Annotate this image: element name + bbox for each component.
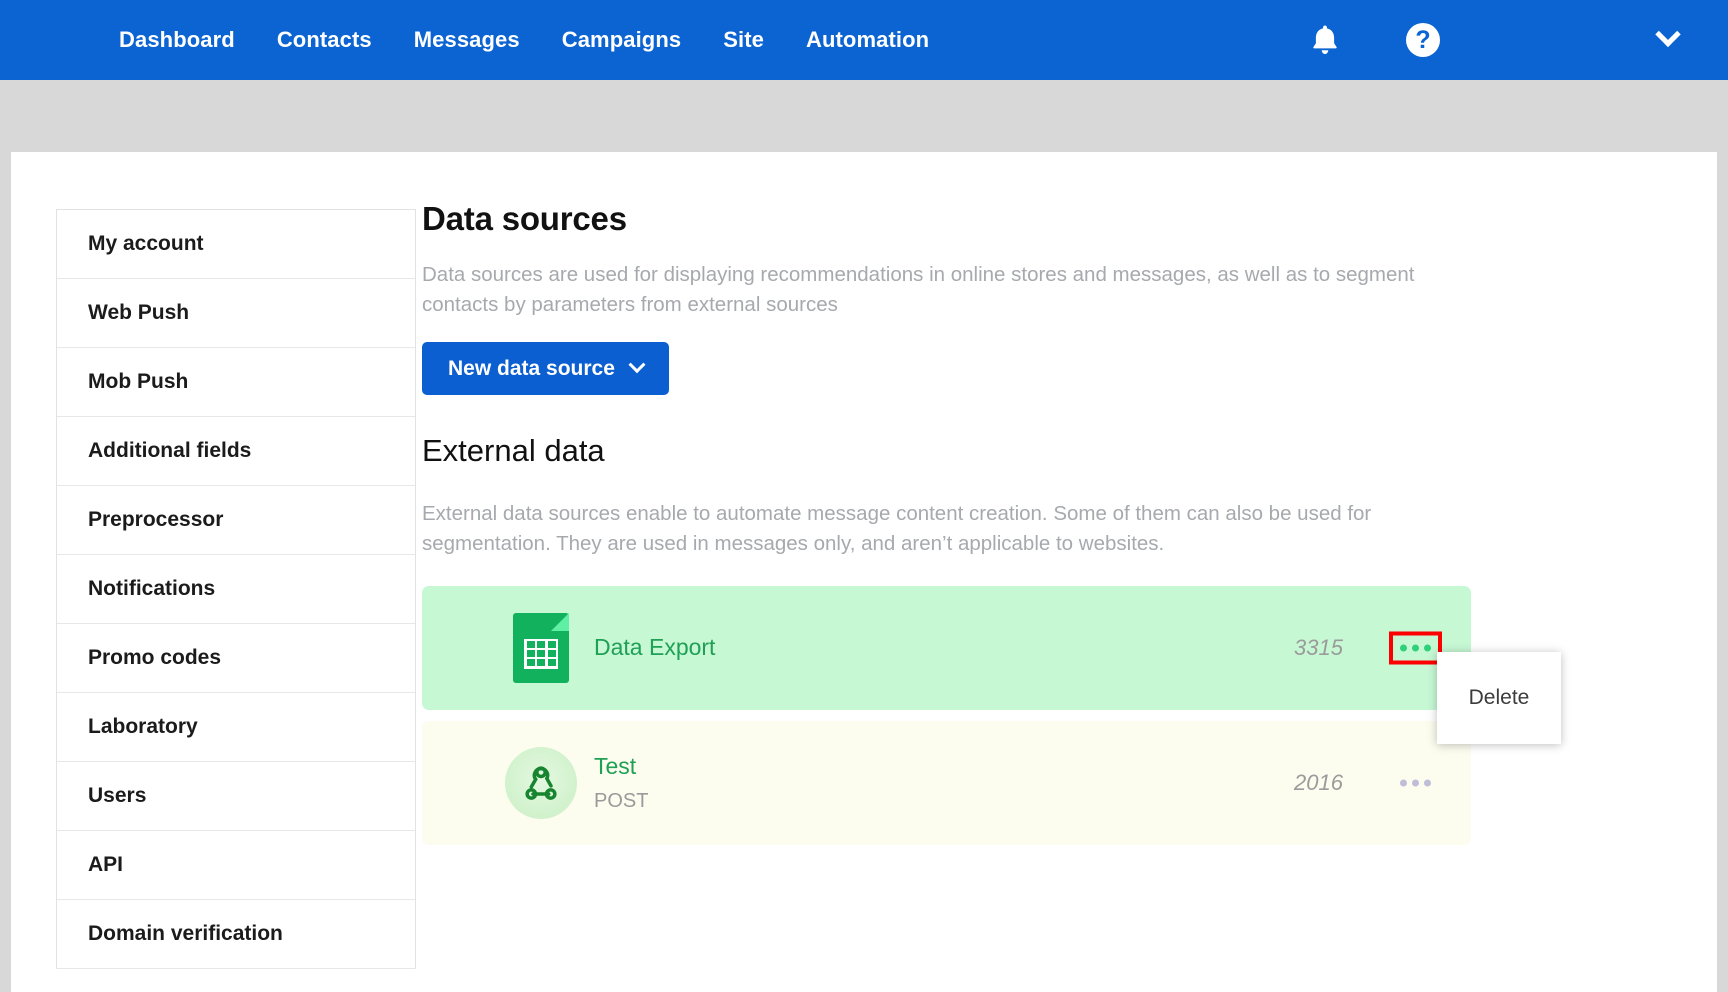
sidebar-item-api[interactable]: API: [57, 831, 415, 900]
ellipsis-icon: [1400, 779, 1407, 786]
external-data-title: External data: [422, 433, 605, 469]
ellipsis-icon: [1412, 779, 1419, 786]
ellipsis-icon: [1424, 644, 1431, 651]
sidebar-item-my-account[interactable]: My account: [57, 210, 415, 279]
help-button[interactable]: ?: [1388, 0, 1458, 80]
data-source-list: Data Export 3315 Test POST 2016: [422, 585, 1471, 845]
nav-link-messages[interactable]: Messages: [393, 0, 541, 80]
data-source-count: 3315: [1294, 634, 1343, 660]
sidebar-item-preprocessor[interactable]: Preprocessor: [57, 486, 415, 555]
sidebar-item-web-push[interactable]: Web Push: [57, 279, 415, 348]
chevron-down-icon: [1655, 21, 1681, 48]
page-background-strip: [0, 80, 1728, 140]
nav-link-site[interactable]: Site: [702, 0, 785, 80]
webhook-glyph: [525, 765, 557, 800]
sidebar-item-notifications[interactable]: Notifications: [57, 555, 415, 624]
google-sheets-icon: [513, 612, 569, 683]
account-menu-button[interactable]: [1608, 0, 1728, 80]
chevron-down-icon: [628, 356, 646, 373]
help-circle-icon: ?: [1406, 23, 1440, 57]
data-source-count: 2016: [1294, 769, 1343, 795]
row-context-menu: Delete: [1437, 652, 1561, 744]
sidebar-item-promo-codes[interactable]: Promo codes: [57, 624, 415, 693]
sidebar-item-laboratory[interactable]: Laboratory: [57, 693, 415, 762]
sidebar-item-mob-push[interactable]: Mob Push: [57, 348, 415, 417]
nav-link-contacts[interactable]: Contacts: [256, 0, 393, 80]
notifications-button[interactable]: [1290, 0, 1360, 80]
new-data-source-button[interactable]: New data source: [422, 342, 669, 396]
sidebar-item-users[interactable]: Users: [57, 762, 415, 831]
top-nav-links: Dashboard Contacts Messages Campaigns Si…: [98, 0, 950, 80]
sidebar-item-additional-fields[interactable]: Additional fields: [57, 417, 415, 486]
settings-sidebar: My account Web Push Mob Push Additional …: [56, 209, 416, 969]
data-source-icon: [478, 612, 604, 683]
top-navigation-bar: Dashboard Contacts Messages Campaigns Si…: [0, 0, 1728, 80]
bell-icon: [1313, 25, 1337, 55]
page-title: Data sources: [422, 200, 627, 237]
nav-link-automation[interactable]: Automation: [785, 0, 950, 80]
table-row[interactable]: Data Export 3315: [422, 585, 1471, 710]
ellipsis-icon: [1424, 779, 1431, 786]
content-card: My account Web Push Mob Push Additional …: [11, 152, 1717, 992]
webhook-icon: [505, 746, 577, 819]
row-menu-button[interactable]: [1396, 773, 1435, 792]
data-source-info: Test POST: [594, 752, 1294, 813]
sidebar-item-domain-verification[interactable]: Domain verification: [57, 900, 415, 969]
top-nav-actions: ?: [1290, 0, 1728, 80]
data-source-icon: [478, 746, 604, 819]
nav-link-dashboard[interactable]: Dashboard: [98, 0, 256, 80]
sheets-grid-glyph: [524, 638, 558, 669]
menu-item-delete[interactable]: Delete: [1469, 686, 1530, 710]
ellipsis-icon: [1400, 644, 1407, 651]
external-data-description: External data sources enable to automate…: [422, 502, 1372, 556]
new-data-source-label: New data source: [448, 356, 615, 380]
table-row[interactable]: Test POST 2016: [422, 720, 1471, 845]
data-source-method: POST: [594, 789, 649, 812]
row-menu-button[interactable]: [1389, 631, 1442, 664]
data-source-name[interactable]: Data Export: [594, 633, 1294, 662]
ellipsis-icon: [1412, 644, 1419, 651]
page-description: Data sources are used for displaying rec…: [422, 263, 1415, 317]
data-source-name[interactable]: Test: [594, 752, 1294, 781]
main-content: Data sources Data sources are used for d…: [422, 200, 1652, 856]
nav-link-campaigns[interactable]: Campaigns: [541, 0, 702, 80]
data-source-info: Data Export: [594, 633, 1294, 662]
